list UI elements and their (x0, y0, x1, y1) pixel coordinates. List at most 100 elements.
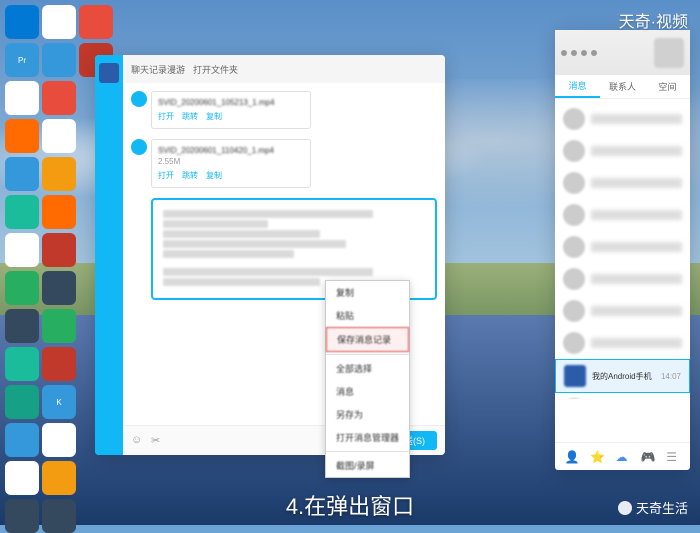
ctx-select-all[interactable]: 全部选择 (326, 357, 409, 380)
person-icon[interactable]: 👤 (565, 450, 579, 464)
sender-avatar[interactable] (131, 139, 147, 155)
file-open[interactable]: 打开 (158, 111, 174, 122)
context-menu: 复制 粘贴 保存消息记录 全部选择 消息 另存为 打开消息管理器 截图/录屏 (325, 280, 410, 478)
ctx-paste[interactable]: 粘贴 (326, 304, 409, 327)
app-icon[interactable] (42, 499, 76, 533)
sender-avatar[interactable] (131, 91, 147, 107)
app-icon[interactable] (42, 5, 76, 39)
contacts-header (555, 30, 690, 75)
app-icon[interactable] (42, 157, 76, 191)
file-copy[interactable]: 复制 (206, 111, 222, 122)
message: SVID_20200601_110420_1.mp4 2.55M 打开 跳转 复… (131, 139, 437, 188)
brand-watermark-bottom: 天奇生活 (618, 498, 688, 517)
file-actions: 打开 跳转 复制 (158, 111, 304, 122)
ctx-message[interactable]: 消息 (326, 380, 409, 403)
app-icon[interactable] (42, 81, 76, 115)
file-goto[interactable]: 跳转 (182, 170, 198, 181)
game-icon[interactable]: 🎮 (641, 450, 655, 464)
chat-sidebar (95, 55, 123, 455)
app-icon[interactable] (42, 423, 76, 457)
app-icon[interactable] (42, 271, 76, 305)
app-icon[interactable] (5, 309, 39, 343)
menu-icon[interactable]: ☰ (666, 450, 680, 464)
status-dot (571, 50, 577, 56)
contacts-list: 我的Android手机 14:07 (555, 99, 690, 399)
app-icon[interactable] (42, 119, 76, 153)
app-icon[interactable] (5, 119, 39, 153)
message: SVID_20200601_105213_1.mp4 打开 跳转 复制 (131, 91, 437, 129)
caption-text: 4.在弹出窗口 (286, 489, 414, 521)
emoji-icon[interactable]: ☺ (131, 434, 145, 448)
chat-tab[interactable]: 聊天记录漫游 (131, 63, 185, 76)
contact-item[interactable] (555, 393, 690, 399)
contact-item[interactable] (555, 199, 690, 231)
status-dot (591, 50, 597, 56)
app-icon[interactable] (42, 347, 76, 381)
contacts-footer: 👤 ⭐ ☁ 🎮 ☰ (555, 442, 690, 470)
app-icon[interactable] (5, 271, 39, 305)
app-icon[interactable] (5, 423, 39, 457)
file-actions: 打开 跳转 复制 (158, 170, 304, 181)
contact-item[interactable] (555, 263, 690, 295)
ctx-open-mgr[interactable]: 打开消息管理器 (326, 426, 409, 449)
contacts-window: 消息 联系人 空间 我的Android手机 14:07 👤 ⭐ ☁ 🎮 ☰ (555, 30, 690, 470)
file-goto[interactable]: 跳转 (182, 111, 198, 122)
user-avatar[interactable] (99, 63, 119, 83)
app-icon[interactable] (42, 233, 76, 267)
ctx-copy[interactable]: 复制 (326, 281, 409, 304)
app-icon[interactable] (5, 461, 39, 495)
contact-item[interactable] (555, 135, 690, 167)
chat-tab[interactable]: 打开文件夹 (193, 63, 238, 76)
tab-space[interactable]: 空间 (645, 75, 690, 98)
chat-header: 聊天记录漫游 打开文件夹 (123, 55, 445, 83)
app-icon[interactable] (5, 195, 39, 229)
profile-avatar[interactable] (654, 38, 684, 68)
app-icon[interactable] (5, 81, 39, 115)
file-open[interactable]: 打开 (158, 170, 174, 181)
contact-item[interactable] (555, 295, 690, 327)
app-icon[interactable] (42, 461, 76, 495)
app-icon[interactable] (42, 195, 76, 229)
contact-device[interactable]: 我的Android手机 14:07 (555, 359, 690, 393)
ctx-save-record[interactable]: 保存消息记录 (326, 327, 409, 352)
file-name: SVID_20200601_110420_1.mp4 (158, 146, 304, 155)
contact-item[interactable] (555, 167, 690, 199)
separator (326, 451, 409, 452)
file-copy[interactable]: 复制 (206, 170, 222, 181)
desktop-icons-col1: Pr (5, 5, 39, 533)
separator (326, 354, 409, 355)
status-dot (581, 50, 587, 56)
contact-item[interactable] (555, 327, 690, 359)
app-icon[interactable] (5, 385, 39, 419)
contacts-tabs: 消息 联系人 空间 (555, 75, 690, 99)
ctx-save-as[interactable]: 另存为 (326, 403, 409, 426)
tab-contacts[interactable]: 联系人 (600, 75, 645, 98)
app-icon[interactable]: K (42, 385, 76, 419)
wechat-icon[interactable] (42, 309, 76, 343)
app-icon[interactable] (5, 233, 39, 267)
status-dot (561, 50, 567, 56)
file-size: 2.55M (158, 157, 304, 166)
brand-watermark-top: 天奇·视频 (619, 8, 688, 32)
file-attachment[interactable]: SVID_20200601_105213_1.mp4 打开 跳转 复制 (151, 91, 311, 129)
device-time: 14:07 (661, 372, 681, 381)
app-icon[interactable] (5, 157, 39, 191)
device-name: 我的Android手机 (592, 371, 655, 382)
file-attachment[interactable]: SVID_20200601_110420_1.mp4 2.55M 打开 跳转 复… (151, 139, 311, 188)
file-name: SVID_20200601_105213_1.mp4 (158, 98, 304, 107)
app-icon[interactable] (79, 5, 113, 39)
contact-item[interactable] (555, 103, 690, 135)
app-icon[interactable] (42, 43, 76, 77)
scissors-icon[interactable]: ✂ (151, 434, 165, 448)
star-icon[interactable]: ⭐ (590, 450, 604, 464)
app-icon[interactable] (5, 347, 39, 381)
ctx-screenshot[interactable]: 截图/录屏 (326, 454, 409, 477)
edge-icon[interactable] (5, 5, 39, 39)
app-icon[interactable] (5, 499, 39, 533)
tab-messages[interactable]: 消息 (555, 75, 600, 98)
app-icon[interactable]: Pr (5, 43, 39, 77)
desktop-icons-col2: K (42, 5, 76, 533)
phone-icon (564, 365, 586, 387)
cloud-icon[interactable]: ☁ (615, 450, 629, 464)
contact-item[interactable] (555, 231, 690, 263)
